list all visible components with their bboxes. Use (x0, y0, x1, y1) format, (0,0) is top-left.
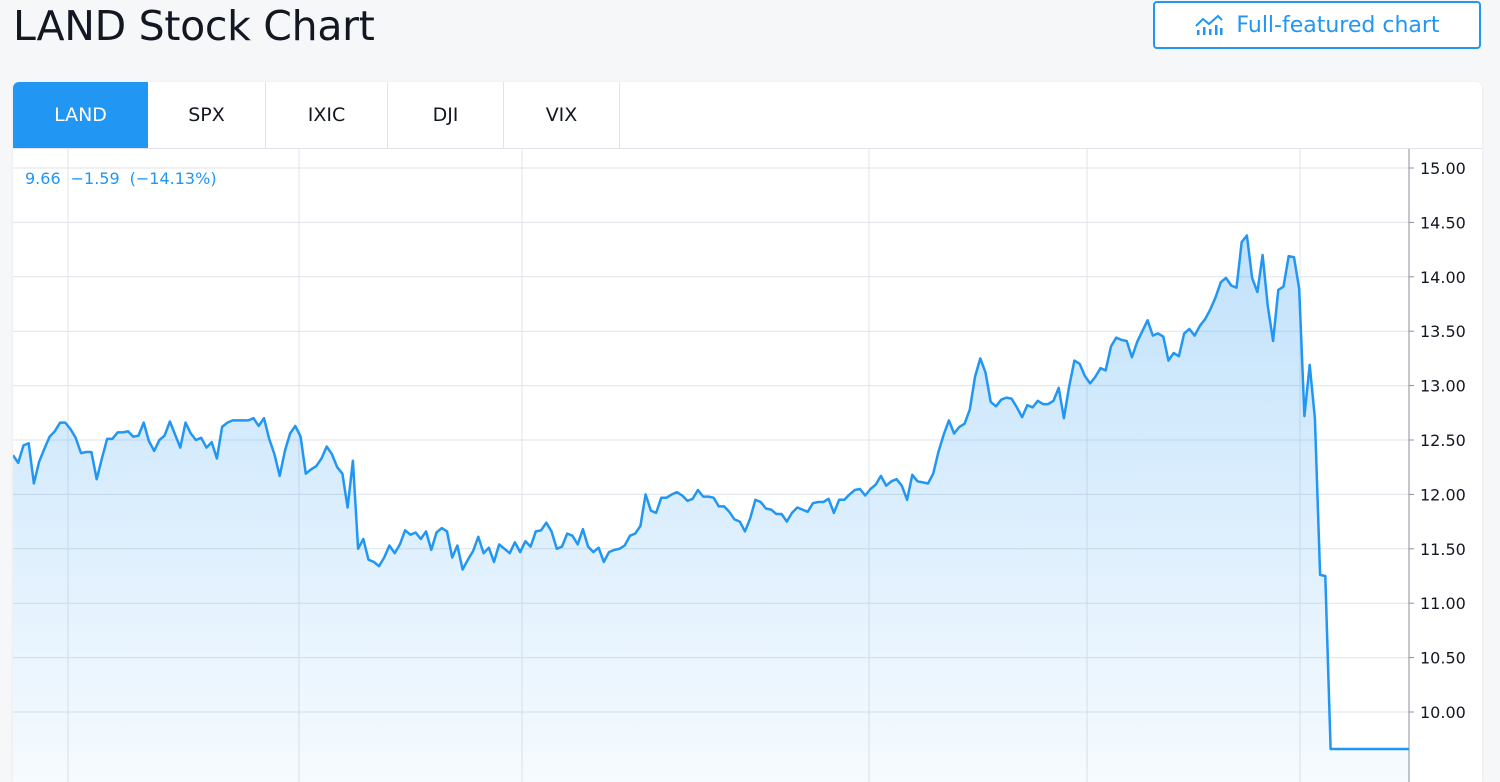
symbol-tabs: LAND SPX IXIC DJI VIX (13, 82, 1482, 149)
y-tick-label: 10.50 (1420, 649, 1466, 668)
readout-change-pct: (−14.13%) (130, 169, 217, 188)
price-chart[interactable]: 15.00 14.50 14.00 13.50 13.00 12.50 12.00 11.50… (13, 149, 1482, 782)
full-featured-chart-button[interactable]: Full-featured chart (1153, 1, 1481, 49)
y-tick-label: 13.00 (1420, 377, 1466, 396)
tab-dji[interactable]: DJI (388, 82, 504, 148)
page-title: LAND Stock Chart (13, 2, 374, 50)
y-tick-label: 12.50 (1420, 431, 1466, 450)
tab-land[interactable]: LAND (13, 82, 148, 148)
y-tick-label: 13.50 (1420, 322, 1466, 341)
y-tick-label: 14.50 (1420, 213, 1466, 232)
readout-price: 9.66 (25, 169, 61, 188)
y-tick-label: 11.50 (1420, 540, 1466, 559)
y-tick-label: 15.00 (1420, 159, 1466, 178)
chart-line-icon (1194, 14, 1224, 36)
full-featured-chart-label: Full-featured chart (1236, 13, 1439, 38)
tab-vix[interactable]: VIX (504, 82, 620, 148)
y-tick-label: 11.00 (1420, 594, 1466, 613)
chart-area[interactable]: 15.00 14.50 14.00 13.50 13.00 12.50 12.00 11.50… (13, 149, 1482, 782)
chart-panel: LAND SPX IXIC DJI VIX 15.00 14.50 14.00 13.… (13, 82, 1482, 782)
readout-change: −1.59 (71, 169, 120, 188)
tab-ixic[interactable]: IXIC (266, 82, 388, 148)
tab-spx[interactable]: SPX (148, 82, 266, 148)
price-readout: 9.66 −1.59 (−14.13%) (25, 169, 227, 188)
y-tick-label: 12.00 (1420, 485, 1466, 504)
y-tick-label: 14.00 (1420, 268, 1466, 287)
price-area-fill (13, 236, 1409, 782)
y-tick-label: 10.00 (1420, 703, 1466, 722)
